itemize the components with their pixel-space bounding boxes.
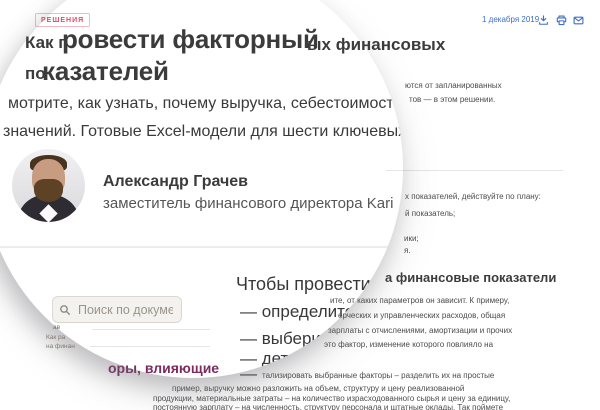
intro-frag-2: тов — в этом решении. xyxy=(409,95,495,104)
para2-line-1: тализировать выбранные факторы – раздели… xyxy=(262,371,494,380)
para2-line-4: постоянную зарплату – на численность, ст… xyxy=(153,403,503,410)
para-frag-4: это фактор, изменение которого повлияло … xyxy=(324,340,493,349)
print-icon[interactable] xyxy=(556,13,567,31)
lens-title-line1: ровести факторный xyxy=(62,24,319,55)
avatar-beard xyxy=(34,179,63,202)
page-title-frag-left1: Как п xyxy=(25,33,69,53)
lens-intro-line2: значений. Готовые Excel-модели для шести… xyxy=(3,123,403,141)
publish-date: 1 декабря 2019 xyxy=(482,15,539,24)
toc-active-item[interactable]: оры, влияющие xyxy=(108,360,219,376)
plan-frag-3: ики; xyxy=(404,234,419,243)
plan-frag-4: я. xyxy=(404,246,411,255)
search-input[interactable] xyxy=(76,302,175,318)
content-bullet-4-dash: — xyxy=(240,364,257,384)
para2-line-3: продукции, материальные затраты – на кол… xyxy=(153,394,510,403)
toc-item-1[interactable]: Как ра xyxy=(46,334,65,341)
para-frag-1: ите, от каких параметров он зависит. К п… xyxy=(330,296,509,305)
content-divider xyxy=(386,170,563,171)
plan-frag-2: й показатель; xyxy=(405,209,455,218)
para-frag-3: зарплаты с отчислениями, амортизации и п… xyxy=(328,326,512,335)
page-title-frag-right1: ых финансовых xyxy=(307,35,445,55)
page-title-frag-left2: по xyxy=(25,64,46,84)
toc-item-2[interactable]: на финан xyxy=(46,343,75,350)
author-divider xyxy=(0,246,403,248)
section-heading-frag: а финансовые показатели xyxy=(385,270,556,285)
download-icon[interactable] xyxy=(538,13,549,31)
document-search[interactable] xyxy=(52,296,182,323)
toc-note: ав xyxy=(53,324,60,331)
author-role: заместитель финансового директора Kari xyxy=(103,195,393,212)
plan-frag-1: х показателей, действуйте по плану: xyxy=(405,192,541,201)
para-frag-2: ерческих и управленческих расходов, обща… xyxy=(338,311,505,320)
intro-frag-1: ются от запланированных xyxy=(405,81,502,90)
lens-section-heading: Чтобы провести фа xyxy=(236,274,401,295)
toc-divider-1 xyxy=(92,329,210,330)
author-avatar xyxy=(12,149,85,222)
para2-line-2: пример, выручку можно разложить на объем… xyxy=(172,384,464,393)
lens-intro-line1: мотрите, как узнать, почему выручка, себ… xyxy=(8,95,403,113)
magnifier-lens: ровести факторный казателей мотрите, как… xyxy=(0,0,403,378)
lens-title-line2: казателей xyxy=(42,56,169,87)
page: ровести факторный казателей мотрите, как… xyxy=(0,0,600,410)
section-badge[interactable]: РЕШЕНИЯ xyxy=(35,13,90,27)
toc-divider-2 xyxy=(90,346,210,347)
author-name: Александр Грачев xyxy=(103,173,248,191)
mail-icon[interactable] xyxy=(573,13,584,31)
search-icon xyxy=(59,304,71,316)
